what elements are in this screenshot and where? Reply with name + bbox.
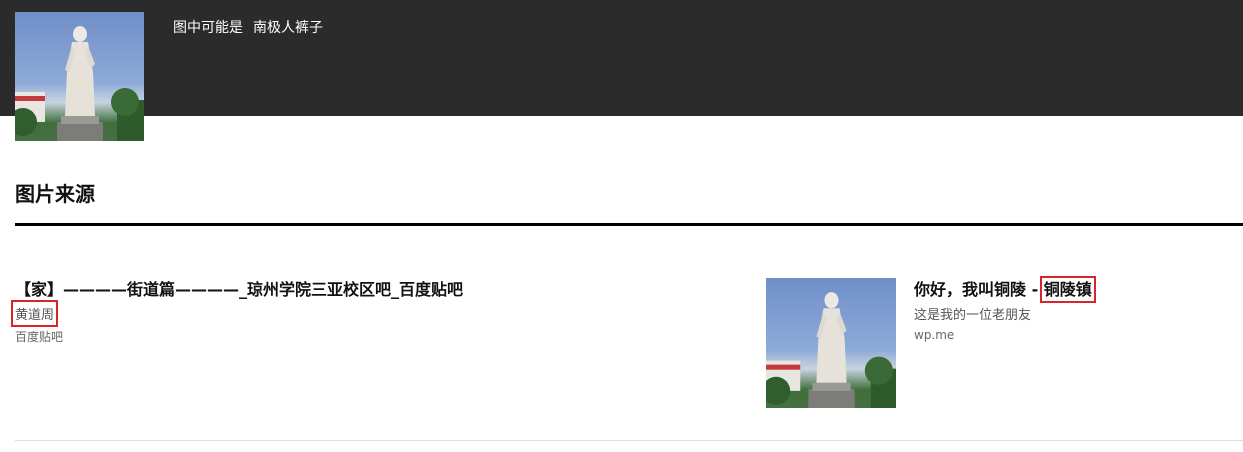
statue-image — [15, 26, 144, 141]
statue-image — [766, 292, 896, 408]
caption-prefix: 图中可能是 — [173, 20, 243, 36]
result-title-main: 你好，我叫铜陵 - — [914, 280, 1044, 299]
result-title-link[interactable]: 【家】————街道篇————_琼州学院三亚校区吧_百度贴吧 — [15, 276, 463, 300]
section-title: 图片来源 — [15, 182, 95, 206]
result-subtitle: 黄道周 — [10, 300, 59, 327]
bottom-divider — [15, 440, 1243, 441]
result-title-link[interactable]: 你好，我叫铜陵 - 铜陵镇 — [914, 276, 1096, 303]
image-caption: 图中可能是 南极人裤子 — [173, 17, 323, 37]
result-source: 百度贴吧 — [15, 330, 64, 344]
section-divider — [15, 223, 1243, 226]
result-title-highlight: 铜陵镇 — [1039, 276, 1096, 303]
query-image-thumbnail[interactable] — [15, 12, 144, 141]
result-source: wp.me — [914, 328, 955, 342]
result-subtitle: 这是我的一位老朋友 — [914, 308, 1032, 323]
caption-keyword-link[interactable]: 南极人裤子 — [253, 20, 323, 36]
result-image-thumbnail[interactable] — [766, 278, 896, 408]
